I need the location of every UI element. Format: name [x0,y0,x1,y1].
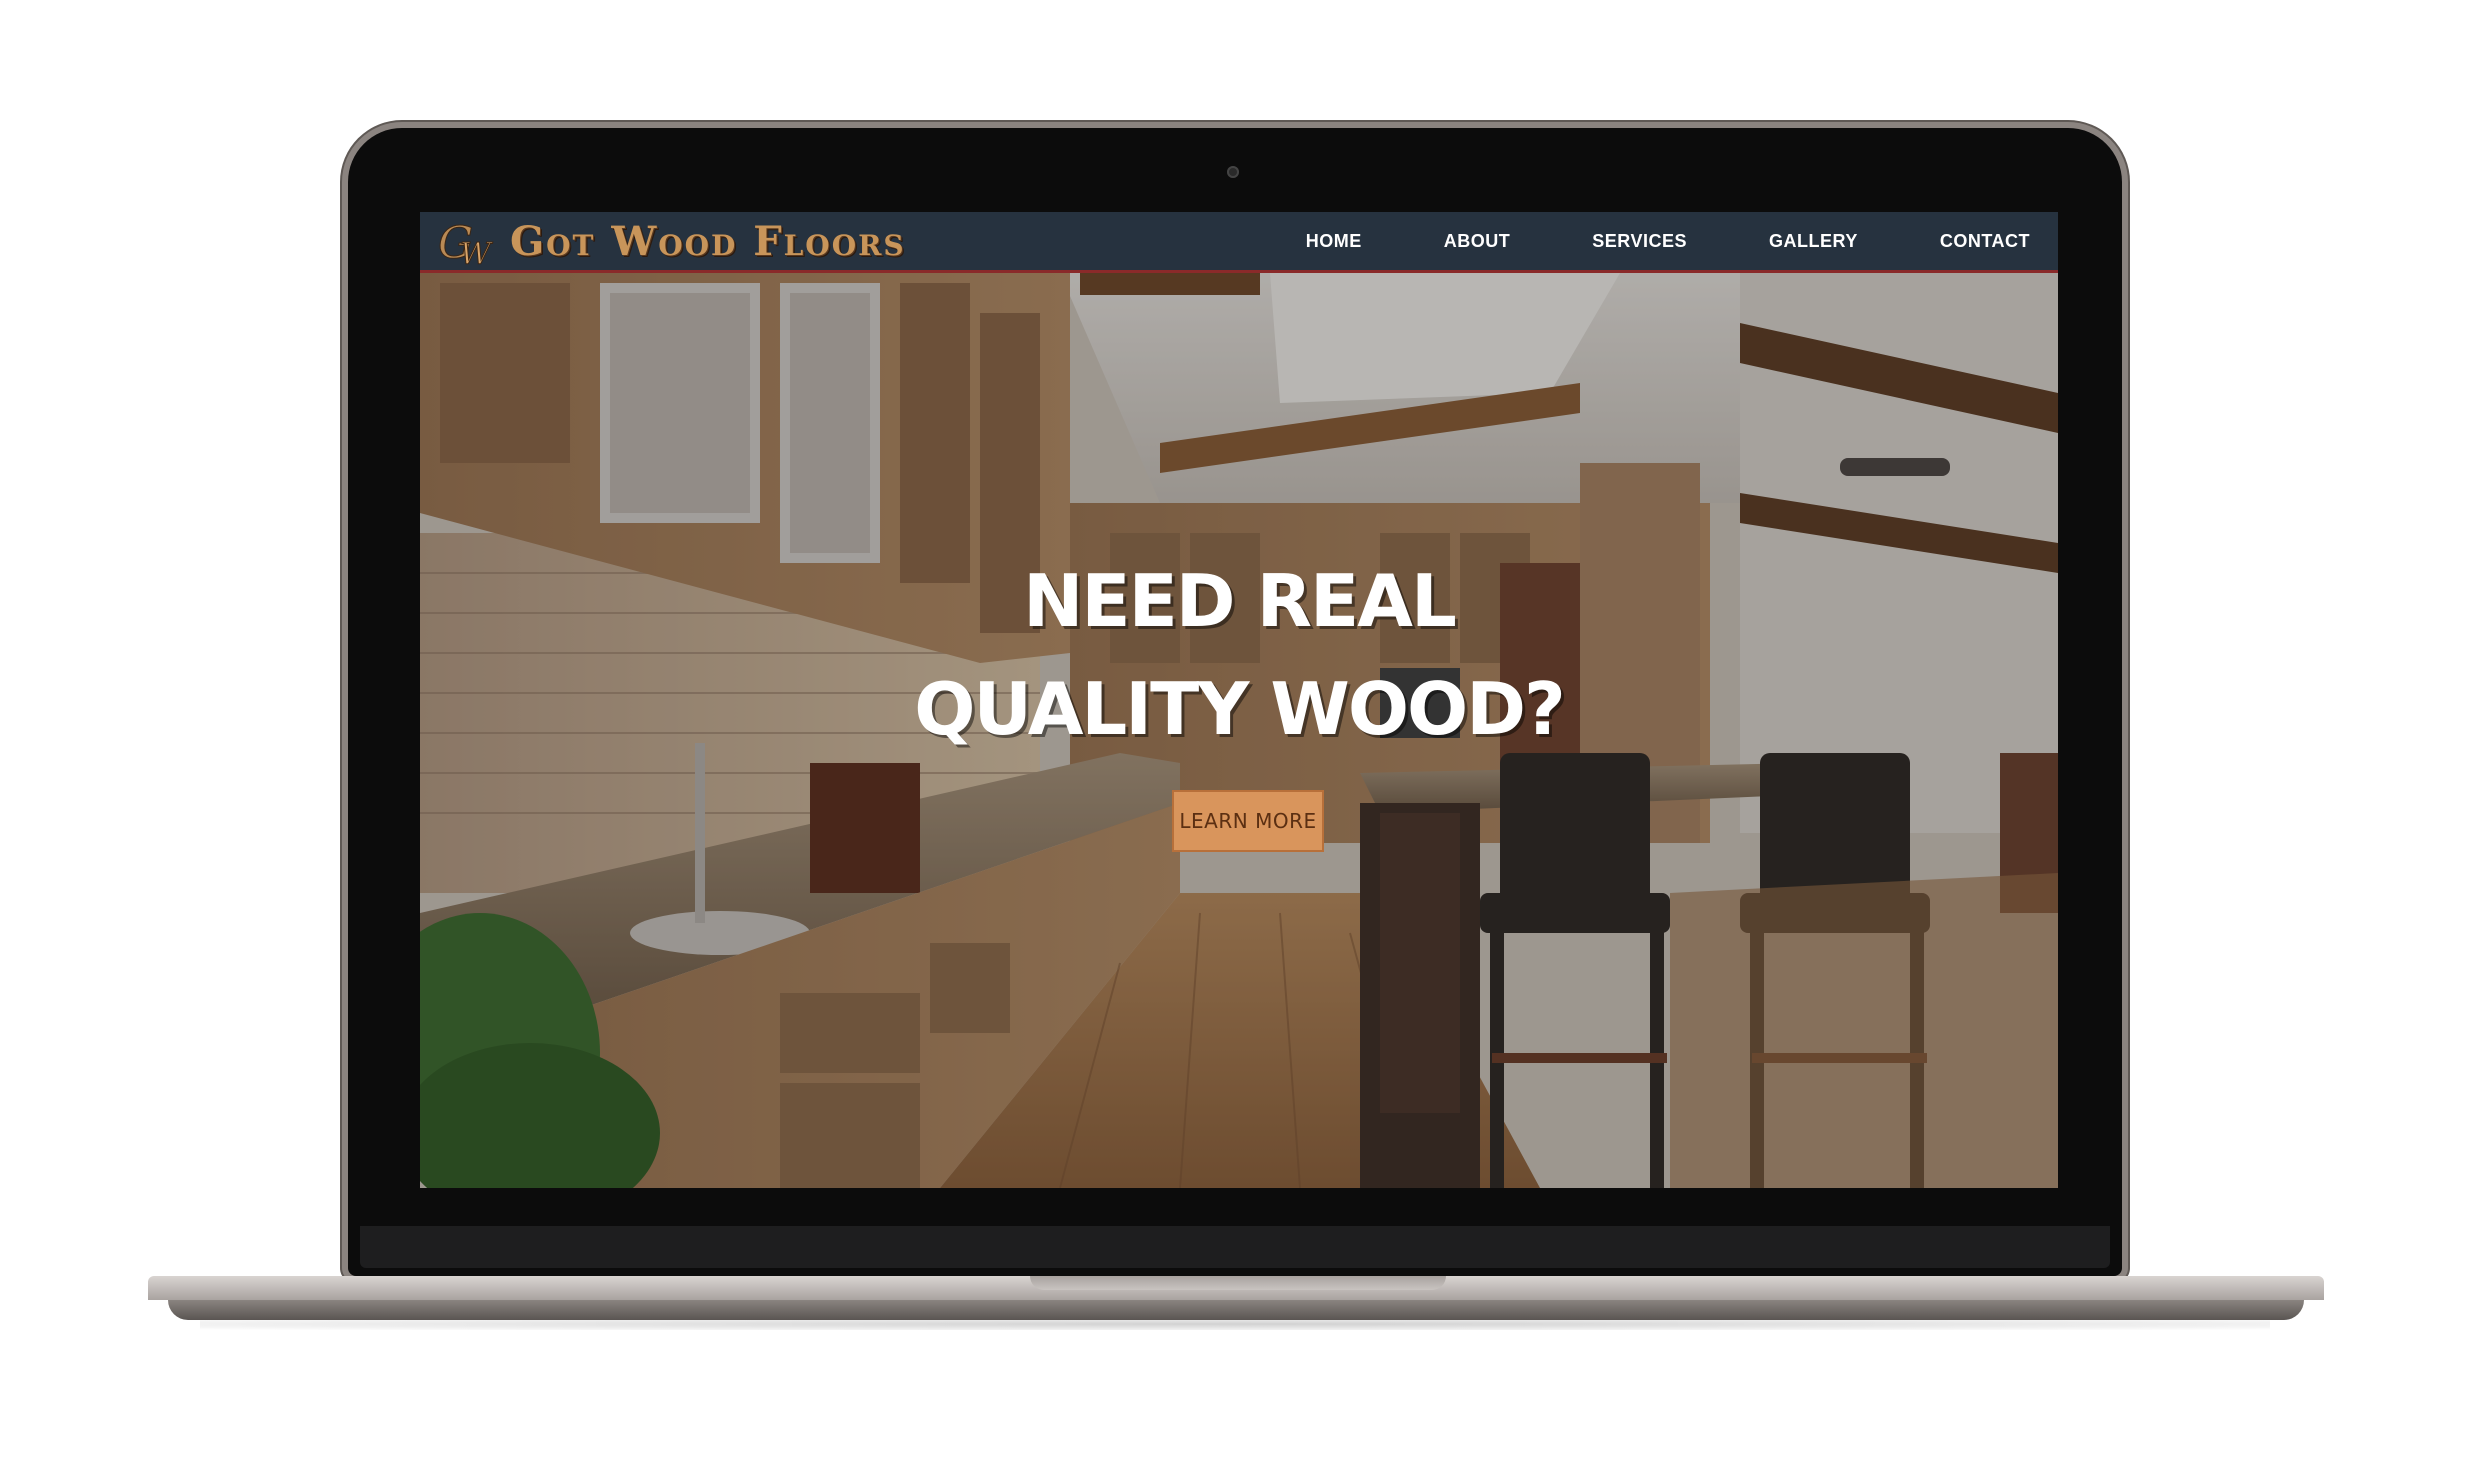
hero-section: NEED REAL QUALITY WOOD? LEARN MORE [420,273,2058,1188]
logo-monogram-icon: G W [438,218,494,269]
hero-headline-line1: NEED REAL [1023,559,1457,643]
nav-gallery[interactable]: GALLERY [1769,231,1858,252]
nav-links: HOME ABOUT SERVICES GALLERY CONTACT [1306,212,2030,270]
laptop-bezel-chin [360,1226,2110,1268]
nav-contact[interactable]: CONTACT [1940,231,2030,252]
site-name: Got Wood Floors [510,217,906,265]
learn-more-button[interactable]: LEARN MORE [1172,790,1324,852]
nav-home[interactable]: HOME [1306,231,1362,252]
nav-services[interactable]: SERVICES [1592,231,1687,252]
svg-text:W: W [460,237,493,268]
nav-about[interactable]: ABOUT [1444,231,1511,252]
laptop-screen: G W Got Wood Floors HOME ABOUT SERVICES … [420,212,2058,1188]
webcam-icon [1227,166,1239,178]
site-navbar: G W Got Wood Floors HOME ABOUT SERVICES … [420,212,2058,273]
laptop-opening-notch [1030,1276,1446,1290]
site-logo[interactable]: G W Got Wood Floors [434,214,906,269]
laptop-base-front [168,1300,2304,1320]
hero-headline-line2: QUALITY WOOD? [914,667,1566,751]
